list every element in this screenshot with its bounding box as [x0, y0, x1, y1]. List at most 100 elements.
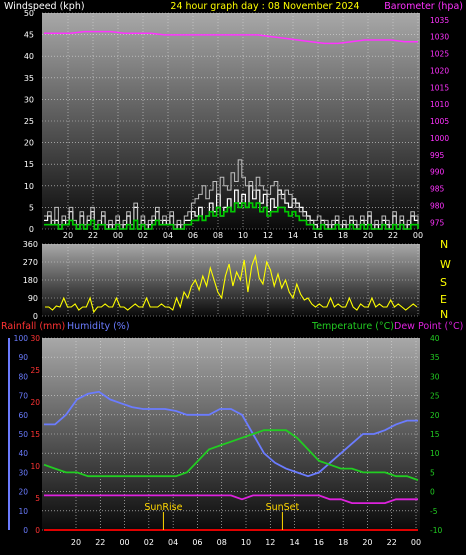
temperature-legend: Temperature (°C) [311, 321, 394, 332]
wind-x-tick-label: 22 [88, 231, 98, 240]
windspeed-tick-label: 10 [24, 182, 34, 191]
humidity-tick-label: 40 [18, 449, 28, 458]
humidity-x-tick-label: 02 [144, 538, 154, 547]
humidity-axis: 0 10 20 30 40 50 60 70 80 90 100 [14, 334, 29, 535]
humidity-x-tick-label: 18 [338, 538, 348, 547]
humidity-tick-label: 50 [18, 430, 28, 439]
temperature-tick-label: 40 [430, 334, 440, 343]
windspeed-tick-label: 0 [29, 225, 34, 234]
temperature-tick-label: 0 [430, 488, 435, 497]
rainfall-legend: Rainfall (mm) [1, 321, 65, 332]
windspeed-tick-label: 25 [24, 117, 34, 126]
humidity-tick-label: 30 [18, 468, 28, 477]
barometer-tick-label: 1030 [430, 33, 449, 42]
wind-x-tick-label: 06 [188, 231, 198, 240]
direction-tick-label: 270 [23, 258, 38, 267]
compass-letters: N W S E N [440, 238, 451, 321]
humidity-tick-label: 80 [18, 372, 28, 381]
wind-x-tick-label: 14 [288, 231, 298, 240]
compass-letter-e: E [440, 293, 447, 306]
windspeed-tick-label: 5 [29, 203, 34, 212]
humidity-tick-label: 20 [18, 488, 28, 497]
rainfall-axis: 0 5 10 15 20 25 30 [30, 334, 40, 535]
windspeed-tick-label: 35 [24, 74, 34, 83]
direction-axis: 0 90 180 270 360 [23, 240, 38, 321]
windspeed-tick-label: 40 [24, 52, 34, 61]
chart-title: 24 hour graph day : 08 November 2024 [170, 1, 359, 12]
wind-x-tick-label: 18 [338, 231, 348, 240]
humidity-time-axis: 20 22 00 02 04 06 08 10 12 14 16 18 20 22 00 [71, 538, 421, 547]
rainfall-tick-label: 20 [30, 398, 40, 407]
humidity-tick-label: 0 [23, 526, 28, 535]
dewpoint-legend: Dew Point (°C) [394, 321, 463, 332]
temperature-tick-label: 30 [430, 372, 440, 381]
humidity-x-tick-label: 12 [265, 538, 275, 547]
compass-letter-n: N [440, 238, 448, 251]
humidity-x-tick-label: 10 [241, 538, 251, 547]
humidity-tick-label: 10 [18, 507, 28, 516]
rainfall-tick-label: 5 [35, 494, 40, 503]
wind-x-tick-label: 00 [413, 231, 423, 240]
rainfall-tick-label: 25 [30, 366, 40, 375]
humidity-x-tick-label: 20 [362, 538, 372, 547]
sunrise-label: SunRise [144, 502, 182, 513]
windspeed-tick-label: 45 [24, 31, 34, 40]
humidity-x-tick-label: 04 [168, 538, 178, 547]
humidity-tick-label: 90 [18, 353, 28, 362]
wind-x-tick-label: 02 [138, 231, 148, 240]
wind-x-tick-label: 22 [388, 231, 398, 240]
barometer-tick-label: 1035 [430, 16, 449, 25]
windspeed-tick-label: 50 [24, 9, 34, 18]
barometer-tick-label: 980 [430, 201, 445, 210]
barometer-tick-label: 1015 [430, 83, 449, 92]
wind-x-tick-label: 20 [363, 231, 373, 240]
humidity-tick-label: 100 [14, 334, 29, 343]
barometer-axis: 975 980 985 990 995 1000 1005 1010 1015 1020 1025 1… [430, 16, 449, 228]
rainfall-tick-label: 30 [30, 334, 40, 343]
wind-x-tick-label: 20 [63, 231, 73, 240]
windspeed-tick-label: 15 [24, 160, 34, 169]
wind-x-tick-label: 04 [163, 231, 173, 240]
barometer-tick-label: 1005 [430, 117, 449, 126]
direction-tick-label: 180 [23, 276, 38, 285]
barometer-tick-label: 990 [430, 168, 445, 177]
humidity-legend: Humidity (%) [67, 321, 130, 332]
barometer-tick-label: 1020 [430, 66, 449, 75]
rainfall-tick-label: 10 [30, 462, 40, 471]
temperature-tick-label: -10 [430, 526, 442, 535]
temperature-tick-label: 10 [430, 449, 440, 458]
humidity-x-tick-label: 00 [119, 538, 129, 547]
windspeed-title: Windspeed (kph) [4, 1, 85, 12]
temperature-tick-label: 35 [430, 353, 440, 362]
humidity-x-tick-label: 00 [411, 538, 421, 547]
direction-tick-label: 0 [33, 312, 38, 321]
barometer-tick-label: 1000 [430, 134, 449, 143]
humidity-x-tick-label: 08 [217, 538, 227, 547]
temperature-tick-label: 25 [430, 392, 440, 401]
windspeed-tick-label: 20 [24, 139, 34, 148]
humidity-tick-label: 60 [18, 411, 28, 420]
windspeed-tick-label: 30 [24, 95, 34, 104]
humidity-x-tick-label: 22 [95, 538, 105, 547]
wind-x-tick-label: 08 [213, 231, 223, 240]
humidity-tick-label: 70 [18, 392, 28, 401]
temperature-axis: -10 -5 0 5 10 15 20 25 30 35 40 [430, 334, 442, 535]
temperature-tick-label: 5 [430, 468, 435, 477]
wind-x-tick-label: 16 [313, 231, 323, 240]
barometer-tick-label: 1010 [430, 100, 449, 109]
direction-tick-label: 90 [28, 294, 38, 303]
wind-x-tick-label: 12 [263, 231, 273, 240]
barometer-tick-label: 995 [430, 151, 445, 160]
humidity-x-tick-label: 14 [289, 538, 299, 547]
barometer-tick-label: 975 [430, 218, 445, 227]
sunset-label: SunSet [266, 502, 300, 513]
wind-x-tick-label: 10 [238, 231, 248, 240]
temperature-tick-label: -5 [430, 507, 438, 516]
rainfall-tick-label: 0 [35, 526, 40, 535]
compass-letter-n2: N [440, 308, 448, 321]
humidity-x-tick-label: 16 [314, 538, 324, 547]
humidity-x-tick-label: 06 [192, 538, 202, 547]
windspeed-axis: 0 5 10 15 20 25 30 35 40 45 50 [24, 9, 34, 234]
compass-letter-s: S [440, 276, 447, 289]
humidity-x-tick-label: 20 [71, 538, 81, 547]
